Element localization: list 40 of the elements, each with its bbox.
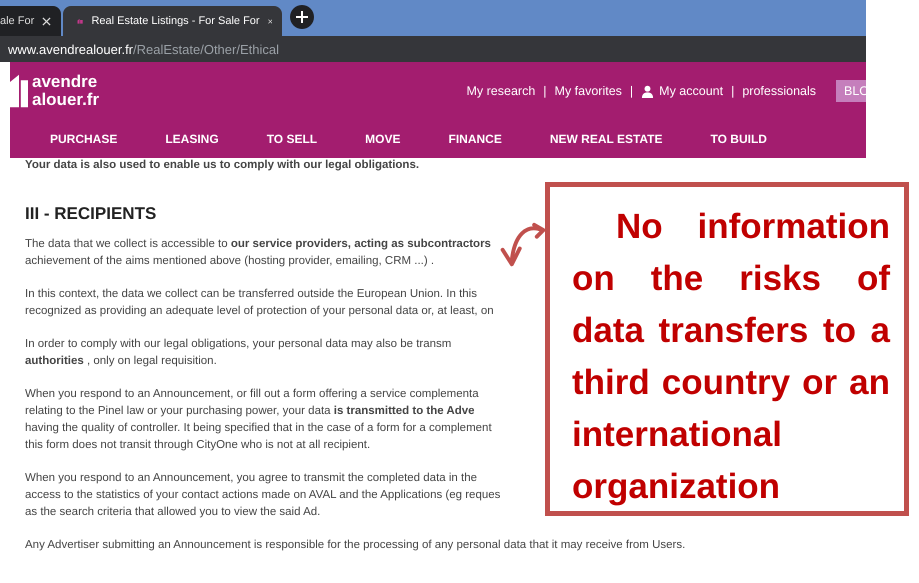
nav-item[interactable]: NEW REAL ESTATE bbox=[550, 132, 662, 146]
nav-item[interactable]: TO SELL bbox=[266, 132, 318, 146]
person-icon bbox=[641, 84, 654, 98]
nav-item[interactable]: LEASING bbox=[165, 132, 219, 146]
paragraph-line: Any Advertiser submitting an Announcement is responsible for the processing of any personal data that it may receive from Users. bbox=[25, 538, 686, 553]
paragraph-line: as the search criteria that allowed you to view the said Ad. bbox=[25, 505, 320, 520]
nav-item[interactable]: TO BUILD bbox=[710, 132, 767, 146]
header-link[interactable]: My research bbox=[466, 84, 536, 98]
callout-text: No information on the risks of data transfers to a third country or an international organization bbox=[572, 206, 890, 508]
separator-text: | bbox=[731, 84, 734, 98]
address-bar[interactable]: www.avendrealouer.fr/RealEstate/Other/Ethical bbox=[0, 36, 866, 62]
site-logo[interactable]: avendre alouer.fr bbox=[10, 72, 100, 110]
paragraph-line: In order to comply with our legal obligations, your personal data may also be transm bbox=[25, 337, 452, 352]
account-link[interactable]: My account bbox=[641, 84, 724, 98]
close-icon[interactable] bbox=[42, 16, 52, 26]
nav-item[interactable]: MOVE bbox=[365, 132, 400, 146]
paragraph-line: When you respond to an Announcement, or fill out a form offering a service complementa bbox=[25, 387, 479, 402]
paragraph-line: recognized as providing an adequate level of protection of your personal data or, at least, on bbox=[25, 304, 494, 319]
section-heading: III - RECIPIENTS bbox=[25, 204, 158, 224]
paragraph-line: The data that we collect is accessible to our service providers, acting as subcontractors bbox=[25, 237, 491, 252]
paragraph-line: this form does not transit through CityOne who is not at all recipient. bbox=[25, 438, 370, 453]
paragraph-line: having the quality of controller. It being specified that in the case of a form for a complement bbox=[25, 421, 492, 436]
new-tab-icon[interactable] bbox=[290, 4, 314, 28]
nav-item[interactable]: PURCHASE bbox=[50, 132, 118, 146]
paragraph-line: When you respond to an Announcement, you agree to transmit the completed data in the bbox=[25, 471, 477, 486]
intro-text: Your data is also used to enable us to comply with our legal obligations. bbox=[25, 158, 420, 173]
separator-text: | bbox=[630, 84, 634, 98]
separator-text: | bbox=[543, 84, 547, 98]
header-link[interactable]: professionals bbox=[742, 84, 816, 98]
paragraph-line: access to the statistics of your contact actions made on AVAL and the Applications (eg reques bbox=[25, 488, 500, 503]
paragraph-line: achievement of the aims mentioned above (hosting provider, emailing, CRM ...) . bbox=[25, 254, 434, 269]
paragraph-line: relating to the Pinel law or your purchasing power, your data is transmitted to the Adve bbox=[25, 404, 475, 419]
nav-item[interactable]: FINANCE bbox=[448, 132, 502, 146]
header-link[interactable]: My favorites bbox=[554, 84, 622, 98]
browser-tab[interactable]: ale For bbox=[0, 6, 62, 36]
paragraph-line: authorities , only on legal requisition. bbox=[25, 354, 217, 369]
browser-tab[interactable]: Real Estate Listings - For Sale For bbox=[63, 6, 282, 36]
paragraph-line: In this context, the data we collect can be transferred outside the European Union. In this bbox=[25, 287, 477, 302]
close-icon[interactable] bbox=[268, 16, 272, 26]
url-text: www.avendrealouer.fr/RealEstate/Other/Ethical bbox=[7, 42, 279, 56]
